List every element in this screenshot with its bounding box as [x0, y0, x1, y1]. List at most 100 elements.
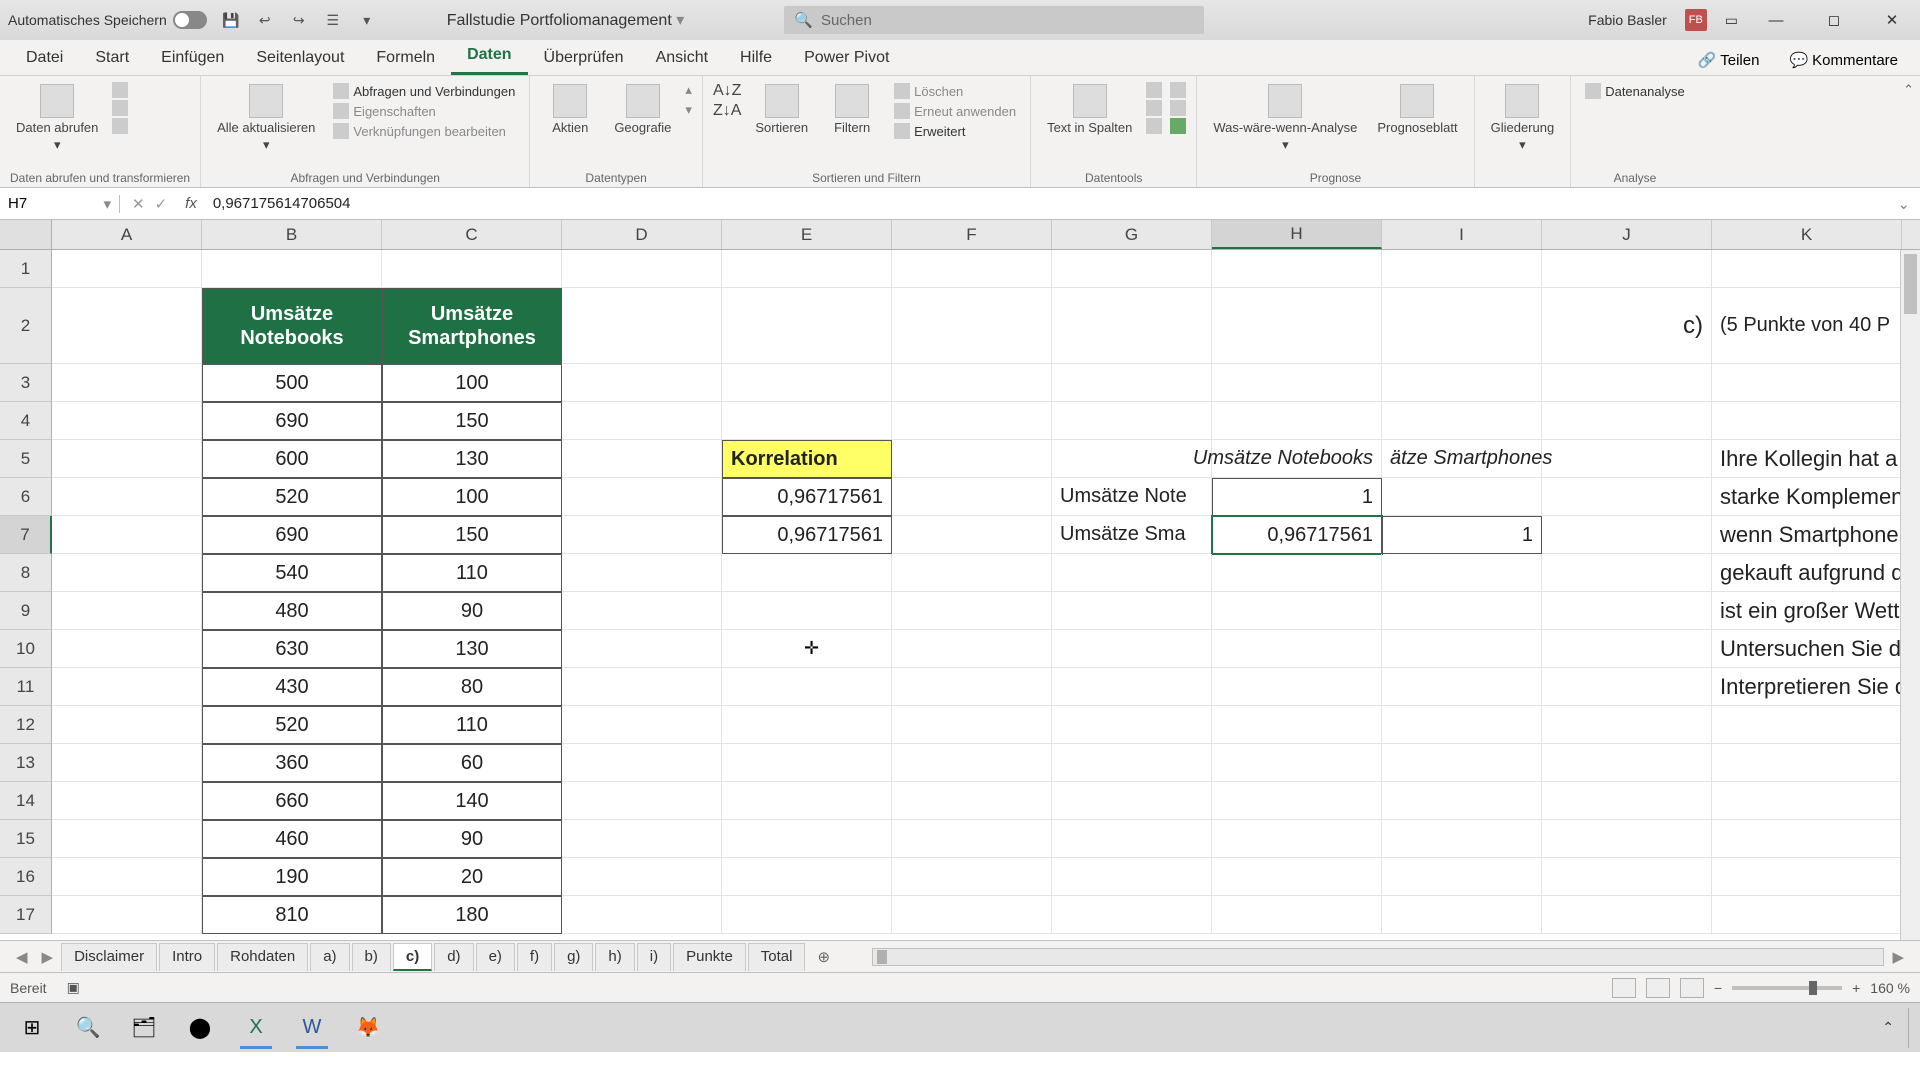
sheet-tab[interactable]: b)	[352, 943, 391, 971]
data-cell[interactable]: 690	[202, 516, 382, 554]
sheet-nav-prev[interactable]: ◀	[10, 948, 34, 966]
row-header[interactable]: 7	[0, 516, 52, 554]
tab-powerpivot[interactable]: Power Pivot	[788, 41, 905, 75]
matrix-row-label[interactable]	[1052, 858, 1212, 896]
row-header[interactable]: 2	[0, 288, 52, 364]
expand-formula-icon[interactable]: ⌄	[1887, 195, 1920, 213]
start-button[interactable]: ⊞	[6, 1007, 58, 1049]
matrix-cell[interactable]	[1212, 592, 1382, 630]
cell[interactable]	[1712, 250, 1902, 288]
cell[interactable]	[722, 402, 892, 440]
tab-datei[interactable]: Datei	[10, 41, 79, 75]
matrix-cell[interactable]	[1382, 592, 1542, 630]
cell[interactable]	[562, 896, 722, 934]
sort-za-icon[interactable]: Z↓A	[713, 102, 741, 120]
data-cell[interactable]: 130	[382, 630, 562, 668]
cell[interactable]	[722, 364, 892, 402]
column-header[interactable]: I	[1382, 220, 1542, 249]
row-header[interactable]: 3	[0, 364, 52, 402]
cell[interactable]	[562, 364, 722, 402]
cell[interactable]	[562, 516, 722, 554]
data-cell[interactable]: 60	[382, 744, 562, 782]
cell[interactable]	[1212, 250, 1382, 288]
cell[interactable]	[722, 592, 892, 630]
page-layout-button[interactable]	[1646, 978, 1670, 998]
horizontal-scrollbar[interactable]	[872, 948, 1884, 966]
cell[interactable]	[892, 516, 1052, 554]
text-to-columns-button[interactable]: Text in Spalten	[1041, 82, 1138, 137]
cell[interactable]	[562, 440, 722, 478]
tab-formeln[interactable]: Formeln	[360, 41, 451, 75]
formula-input[interactable]: 0,967175614706504	[203, 195, 1888, 212]
data-cell[interactable]: 520	[202, 706, 382, 744]
matrix-row-label[interactable]	[1052, 820, 1212, 858]
tab-start[interactable]: Start	[79, 41, 145, 75]
cell[interactable]	[892, 896, 1052, 934]
sheet-tab[interactable]: d)	[434, 943, 473, 971]
flash-fill-icon[interactable]	[1146, 82, 1162, 98]
data-cell[interactable]: 460	[202, 820, 382, 858]
more-icon[interactable]: ▾	[357, 10, 377, 30]
cell[interactable]	[722, 250, 892, 288]
new-sheet-button[interactable]: ⊕	[807, 948, 840, 966]
row-header[interactable]: 5	[0, 440, 52, 478]
matrix-cell[interactable]	[1212, 744, 1382, 782]
column-header[interactable]: H	[1212, 220, 1382, 249]
undo-icon[interactable]: ↩	[255, 10, 275, 30]
cell[interactable]	[1542, 630, 1712, 668]
spreadsheet-grid[interactable]: ABCDEFGHIJK 12Umsätze NotebooksUmsätze S…	[0, 220, 1920, 940]
zoom-out-button[interactable]: −	[1714, 980, 1722, 996]
obs-icon[interactable]: ⬤	[174, 1007, 226, 1049]
cell[interactable]	[52, 782, 202, 820]
matrix-cell[interactable]	[1382, 478, 1542, 516]
cell[interactable]	[892, 364, 1052, 402]
cell[interactable]	[1542, 364, 1712, 402]
data-cell[interactable]: 110	[382, 554, 562, 592]
cell[interactable]	[1542, 516, 1712, 554]
advanced-filter-button[interactable]: Erweitert	[890, 122, 1020, 140]
word-icon[interactable]: W	[286, 1007, 338, 1049]
data-cell[interactable]: 140	[382, 782, 562, 820]
cell[interactable]	[562, 402, 722, 440]
cell[interactable]	[892, 706, 1052, 744]
comments-button[interactable]: 💬 Kommentare	[1777, 45, 1910, 75]
cell[interactable]	[52, 744, 202, 782]
zoom-in-button[interactable]: +	[1852, 980, 1860, 996]
row-header[interactable]: 4	[0, 402, 52, 440]
cell[interactable]	[52, 858, 202, 896]
cell[interactable]	[382, 250, 562, 288]
cell[interactable]	[562, 668, 722, 706]
sheet-tab[interactable]: a)	[310, 943, 349, 971]
share-button[interactable]: 🔗 Teilen	[1686, 45, 1772, 75]
data-cell[interactable]: 150	[382, 516, 562, 554]
matrix-cell[interactable]	[1212, 402, 1382, 440]
data-validation-icon[interactable]	[1146, 118, 1162, 134]
matrix-row-label[interactable]	[1052, 668, 1212, 706]
column-header[interactable]: K	[1712, 220, 1902, 249]
from-text-icon[interactable]	[112, 82, 128, 98]
matrix-cell[interactable]	[1212, 706, 1382, 744]
from-web-icon[interactable]	[112, 100, 128, 116]
cell[interactable]	[892, 402, 1052, 440]
cell[interactable]	[202, 250, 382, 288]
matrix-row-label[interactable]	[1052, 440, 1212, 478]
cell[interactable]	[1542, 250, 1712, 288]
sort-button[interactable]: Sortieren	[749, 82, 814, 137]
matrix-cell[interactable]	[1212, 858, 1382, 896]
matrix-row-label[interactable]	[1052, 782, 1212, 820]
tab-einfuegen[interactable]: Einfügen	[145, 41, 240, 75]
matrix-cell[interactable]: 1	[1212, 478, 1382, 516]
row-header[interactable]: 1	[0, 250, 52, 288]
column-header[interactable]: B	[202, 220, 382, 249]
cell[interactable]	[1212, 288, 1382, 364]
data-cell[interactable]: 90	[382, 820, 562, 858]
cell[interactable]	[892, 288, 1052, 364]
cell[interactable]	[562, 592, 722, 630]
cell[interactable]	[562, 820, 722, 858]
data-cell[interactable]: 180	[382, 896, 562, 934]
cell[interactable]	[562, 288, 722, 364]
cell[interactable]	[892, 782, 1052, 820]
forecast-button[interactable]: Prognoseblatt	[1371, 82, 1463, 137]
maximize-button[interactable]: ◻	[1814, 5, 1854, 35]
close-button[interactable]: ✕	[1872, 5, 1912, 35]
